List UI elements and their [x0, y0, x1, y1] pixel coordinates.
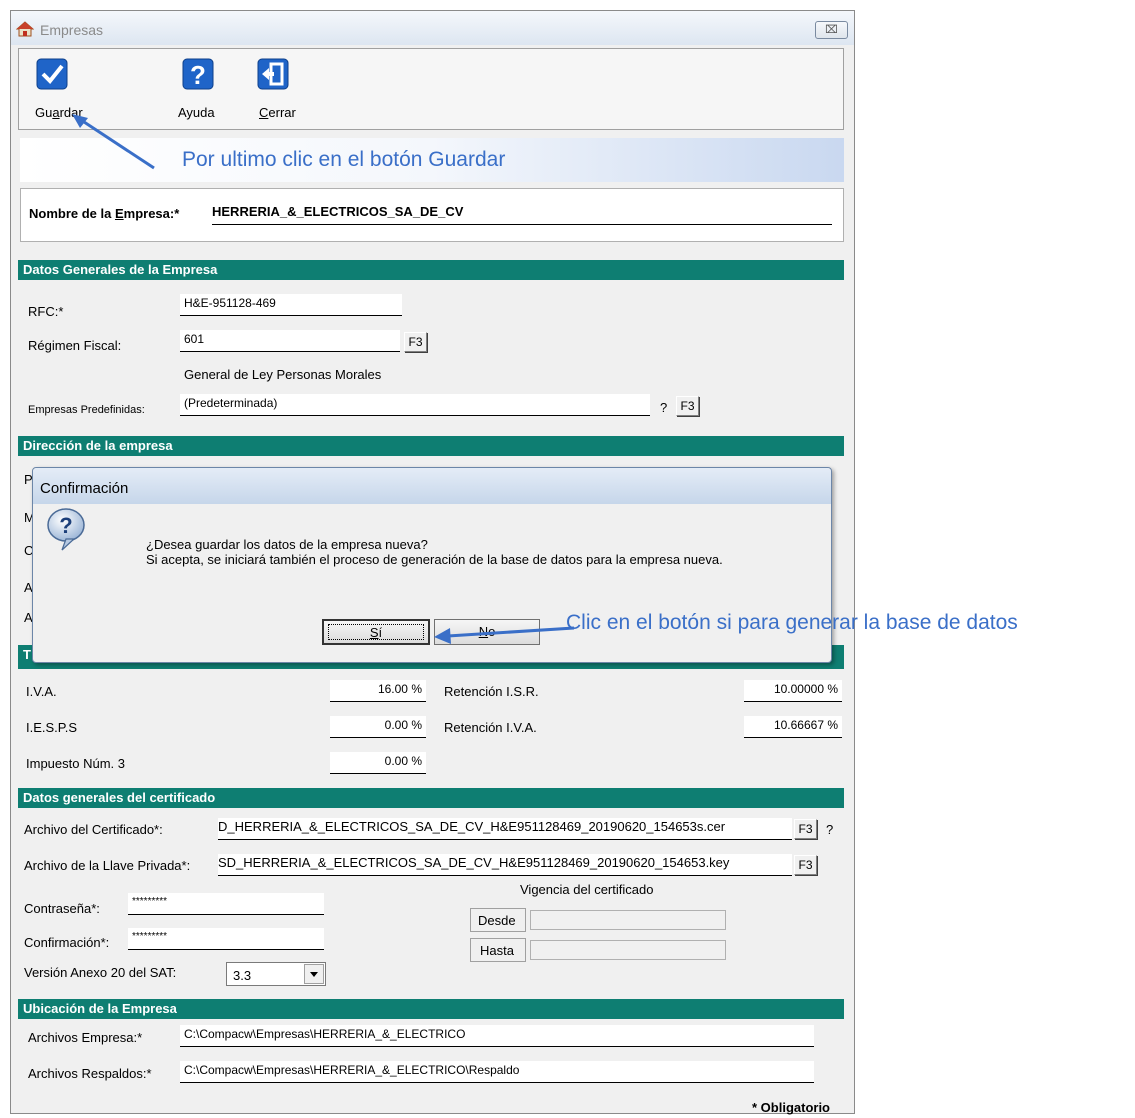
anexo-label: Versión Anexo 20 del SAT: [24, 965, 177, 980]
password-label: Contraseña*: [24, 901, 100, 916]
ret-iva-label: Retención I.V.A. [444, 720, 537, 735]
dialog-message-line1: ¿Desea guardar los datos de la empresa n… [146, 537, 428, 552]
svg-text:?: ? [59, 513, 72, 538]
save-hint-arrow [72, 114, 155, 170]
to-date-field [530, 940, 726, 960]
window-close-button[interactable]: ⌧ [815, 21, 848, 39]
help-icon: ? [182, 58, 214, 90]
confirm-password-label: Confirmación*: [24, 935, 110, 950]
exit-door-icon [257, 58, 289, 90]
key-file-input[interactable]: SD_HERRERIA_&_ELECTRICOS_SA_DE_CV_H&E951… [218, 854, 792, 876]
imp3-label: Impuesto Núm. 3 [26, 756, 125, 771]
from-date-field [530, 910, 726, 930]
regimen-f3-button[interactable]: F3 [404, 332, 427, 352]
help-button[interactable]: ? Ayuda [170, 55, 230, 125]
chevron-down-icon[interactable] [304, 964, 324, 984]
svg-text:?: ? [190, 60, 206, 90]
section-general-data: Datos Generales de la Empresa [18, 260, 844, 280]
dialog-message-line2: Si acepta, se iniciará también el proces… [146, 552, 723, 567]
key-f3-button[interactable]: F3 [794, 855, 817, 875]
yes-hint-annotation: Clic en el botón si para generar la base… [566, 611, 1018, 634]
section-location: Ubicación de la Empresa [18, 999, 844, 1019]
cert-file-label: Archivo del Certificado*: [24, 822, 163, 837]
iesps-input[interactable]: 0.00 % [330, 716, 426, 738]
confirm-password-input[interactable]: ********* [128, 928, 324, 950]
iva-input[interactable]: 16.00 % [330, 680, 426, 702]
dialog-title: Confirmación [40, 480, 129, 497]
ret-isr-label: Retención I.S.R. [444, 684, 539, 699]
predef-input[interactable]: (Predeterminada) [180, 394, 650, 416]
required-note: * Obligatorio [752, 1100, 830, 1115]
to-label: Hasta [480, 943, 514, 958]
dialog-titlebar[interactable] [33, 468, 831, 504]
regimen-description: General de Ley Personas Morales [184, 367, 382, 382]
rfc-label: RFC:* [28, 304, 64, 319]
company-name-input[interactable]: HERRERIA_&_ELECTRICOS_SA_DE_CV [212, 203, 832, 225]
yes-hint-arrow [434, 626, 575, 644]
validity-title: Vigencia del certificado [520, 882, 654, 897]
cert-help[interactable]: ? [826, 822, 833, 837]
imp3-input[interactable]: 0.00 % [330, 752, 426, 774]
check-icon [36, 58, 68, 90]
iesps-label: I.E.S.P.S [26, 720, 78, 735]
window-titlebar[interactable] [11, 11, 854, 45]
from-label: Desde [478, 913, 516, 928]
cert-file-input[interactable]: D_HERRERIA_&_ELECTRICOS_SA_DE_CV_H&E9511… [218, 818, 792, 840]
ret-iva-input[interactable]: 10.66667 % [744, 716, 842, 738]
section-certificate: Datos generales del certificado [18, 788, 844, 808]
cert-f3-button[interactable]: F3 [794, 819, 817, 839]
backup-files-input[interactable]: C:\Compacw\Empresas\HERRERIA_&_ELECTRICO… [180, 1061, 814, 1083]
section-address: Dirección de la empresa [18, 436, 844, 456]
company-name-label: Nombre de la Empresa:* [29, 206, 180, 221]
question-bubble-icon: ? [44, 506, 88, 552]
anexo-select[interactable]: 3.3 [226, 962, 326, 986]
company-files-input[interactable]: C:\Compacw\Empresas\HERRERIA_&_ELECTRICO [180, 1025, 814, 1047]
predef-label: Empresas Predefinidas: [28, 404, 145, 416]
password-input[interactable]: ********* [128, 893, 324, 915]
iva-label: I.V.A. [26, 684, 57, 699]
ret-isr-input[interactable]: 10.00000 % [744, 680, 842, 702]
window-title: Empresas [40, 22, 104, 38]
regimen-label: Régimen Fiscal: [28, 338, 122, 353]
key-file-label: Archivo de la Llave Privada*: [24, 858, 191, 873]
company-files-label: Archivos Empresa:* [28, 1030, 143, 1045]
close-button[interactable]: Cerrar [250, 55, 300, 125]
save-hint-annotation: Por ultimo clic en el botón Guardar [182, 148, 506, 171]
dialog-yes-button[interactable]: Sí [322, 619, 430, 645]
predef-help[interactable]: ? [660, 400, 667, 415]
home-app-icon [15, 21, 35, 37]
backup-files-label: Archivos Respaldos:* [28, 1066, 152, 1081]
close-icon: ⌧ [825, 24, 838, 36]
regimen-input[interactable]: 601 [180, 330, 400, 352]
predef-f3-button[interactable]: F3 [676, 396, 699, 416]
rfc-input[interactable]: H&E-951128-469 [180, 294, 402, 316]
